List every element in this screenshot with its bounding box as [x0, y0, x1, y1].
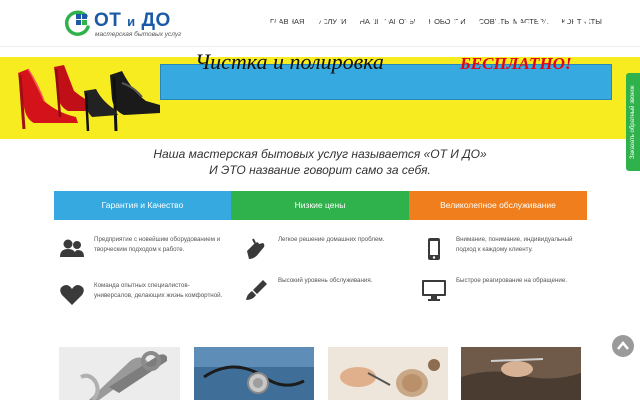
- tab-quality[interactable]: Гарантия и Качество: [54, 191, 231, 220]
- intro-text: Наша мастерская бытовых услуг называется…: [0, 146, 640, 178]
- feature-text: Быстрое реагирование на обращение.: [456, 277, 568, 284]
- banner-subtitle: Чистка и полировка: [195, 49, 384, 74]
- intro-line-2: И ЭТО название говорит само за себя.: [209, 163, 431, 177]
- stethoscope-image[interactable]: [194, 347, 314, 400]
- heart-icon: [60, 285, 84, 305]
- phone-icon: [428, 238, 440, 260]
- feature-text: Легкое решение домашних проблем.: [278, 236, 385, 243]
- feature-item: Внимание, понимание, индивидуальный подх…: [416, 235, 586, 271]
- features-grid: Предприятие с новейшим оборудованием и т…: [54, 226, 587, 326]
- tools-image[interactable]: [59, 347, 180, 400]
- chevron-up-icon[interactable]: [617, 341, 629, 350]
- feature-item: Высокий уровень обслуживания.: [238, 276, 408, 312]
- feature-item: Предприятие с новейшим оборудованием и т…: [54, 235, 224, 271]
- banner-title: РЕМОНТ И ПОКРАСКА ОБУВИ: [180, 10, 592, 40]
- feature-tabs: Гарантия и Качество Низкие цены Великоле…: [54, 191, 587, 220]
- tab-low-prices[interactable]: Низкие цены: [231, 191, 409, 220]
- monitor-icon: [422, 280, 446, 301]
- users-icon: [60, 239, 84, 257]
- logo-mark-icon: [64, 10, 90, 36]
- feature-item: Легкое решение домашних проблем.: [238, 235, 408, 271]
- feature-text: Высокий уровень обслуживания.: [278, 277, 373, 284]
- feature-text: Команда опытных специалистов-универсалов…: [94, 282, 223, 299]
- tab-service[interactable]: Великолепное обслуживание: [409, 191, 587, 220]
- feature-text: Внимание, понимание, индивидуальный подх…: [456, 236, 573, 253]
- logo-title-main: ОТ: [94, 10, 122, 31]
- logo-title-and: и: [127, 14, 136, 29]
- hand-icon: [247, 238, 265, 259]
- feature-item: Быстрое реагирование на обращение.: [416, 276, 586, 312]
- shoes-image: [18, 65, 160, 132]
- intro-line-1: Наша мастерская бытовых услуг называется…: [153, 147, 487, 161]
- tailoring-image[interactable]: [461, 347, 581, 400]
- feature-text: Предприятие с новейшим оборудованием и т…: [94, 236, 221, 253]
- sewing-image[interactable]: [328, 347, 448, 400]
- feature-item: Команда опытных специалистов-универсалов…: [54, 281, 224, 317]
- header-divider: [0, 46, 640, 47]
- brush-icon: [246, 280, 267, 300]
- banner-free-label: БЕСПЛАТНО!: [460, 54, 572, 73]
